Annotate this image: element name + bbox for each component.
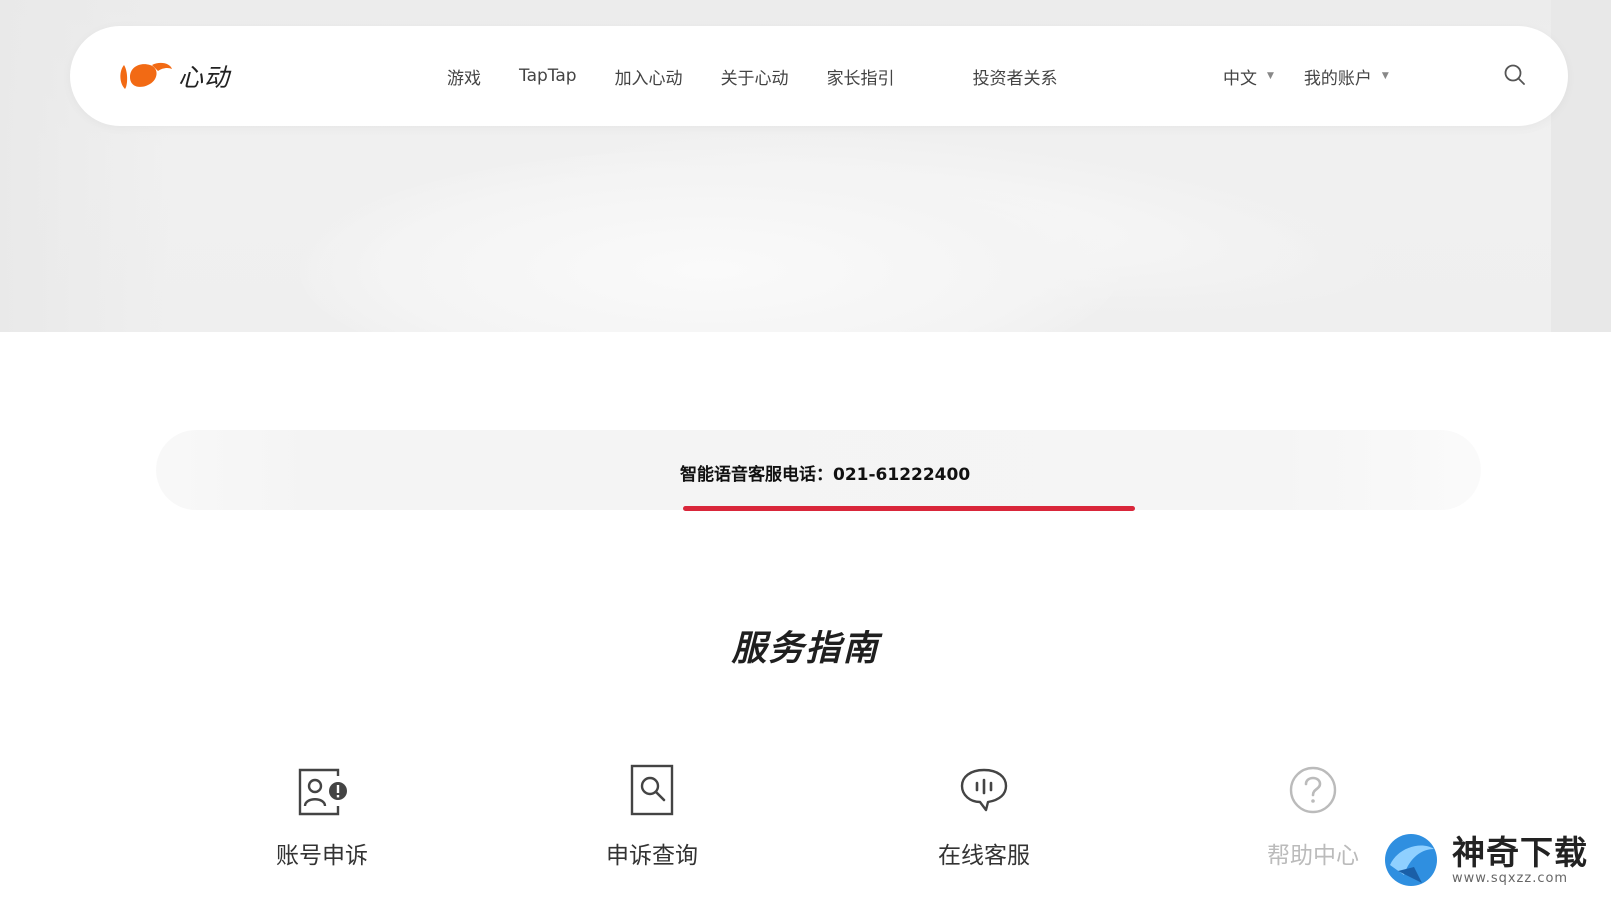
- language-label: 中文: [1223, 68, 1257, 89]
- watermark-logo-icon: [1381, 830, 1441, 890]
- brand-logo[interactable]: 心动: [118, 56, 238, 96]
- watermark-url: www.sqxzz.com: [1452, 870, 1569, 886]
- language-dropdown[interactable]: 中文 ▼: [1223, 64, 1274, 89]
- service-account-appeal[interactable]: 账号申诉: [222, 760, 422, 870]
- service-appeal-search[interactable]: 申诉查询: [552, 760, 752, 870]
- search-icon: [1504, 64, 1525, 85]
- service-label: 账号申诉: [276, 843, 368, 869]
- caret-down-icon: ▼: [1381, 71, 1389, 81]
- account-dropdown[interactable]: 我的账户 ▼: [1304, 64, 1389, 89]
- nav-item-taptap[interactable]: TapTap: [519, 66, 577, 86]
- account-appeal-icon: [298, 768, 347, 816]
- main-nav: 游戏 TapTap 加入心动 关于心动 家长指引 投资者关系: [447, 26, 1096, 126]
- nav-item-join[interactable]: 加入心动: [615, 64, 683, 89]
- page: 心动 游戏 TapTap 加入心动 关于心动 家长指引 投资者关系 中文 ▼ 我…: [0, 0, 1611, 907]
- service-label: 申诉查询: [606, 843, 698, 869]
- nav-right: 中文 ▼ 我的账户 ▼: [1223, 26, 1419, 126]
- caret-down-icon: ▼: [1267, 71, 1274, 81]
- service-label: 在线客服: [938, 843, 1030, 869]
- service-guide-title: 服务指南: [731, 629, 880, 669]
- watermark-title: 神奇下载: [1452, 832, 1588, 872]
- help-question-icon: [1289, 766, 1337, 814]
- logo-mark-icon: [120, 62, 172, 89]
- nav-item-parents-guide[interactable]: 家长指引: [827, 64, 895, 89]
- appeal-search-icon: [630, 764, 674, 816]
- watermark: 神奇下载 www.sqxzz.com: [1378, 820, 1608, 900]
- search-button[interactable]: [1502, 62, 1528, 88]
- top-navbar: 心动 游戏 TapTap 加入心动 关于心动 家长指引 投资者关系 中文 ▼ 我…: [70, 26, 1568, 126]
- nav-item-games[interactable]: 游戏: [447, 64, 481, 89]
- nav-item-about[interactable]: 关于心动: [721, 64, 789, 89]
- support-phone: 智能语音客服电话：021-61222400: [680, 465, 971, 485]
- nav-item-investors[interactable]: 投资者关系: [973, 64, 1058, 89]
- accent-underline: [683, 506, 1135, 511]
- chat-support-icon: [960, 768, 1008, 812]
- service-online-support[interactable]: 在线客服: [884, 760, 1084, 870]
- brand-name: 心动: [178, 63, 231, 92]
- account-label: 我的账户: [1303, 68, 1372, 89]
